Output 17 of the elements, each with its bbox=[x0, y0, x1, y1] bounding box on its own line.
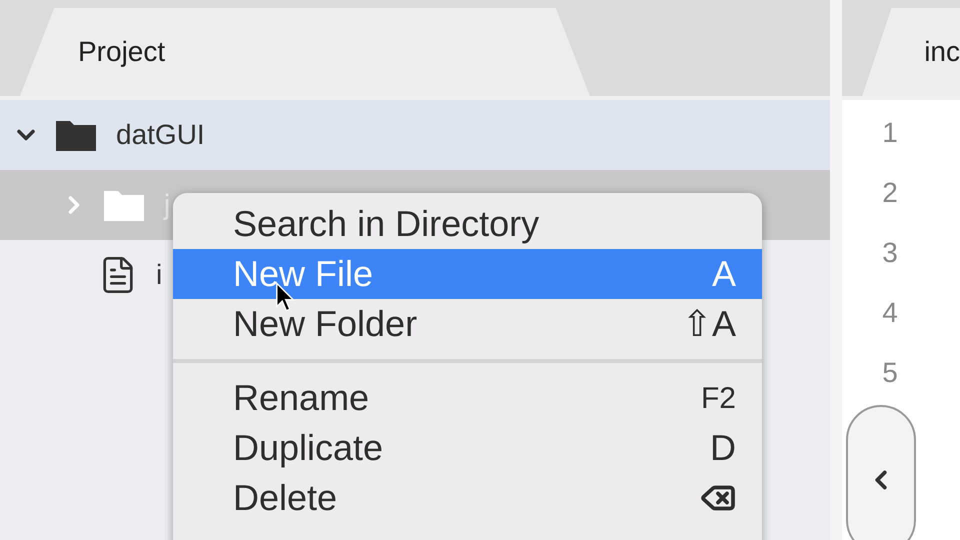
menu-label: New Folder bbox=[233, 306, 418, 342]
line-number: 5 bbox=[881, 356, 899, 390]
line-number: 4 bbox=[881, 296, 899, 330]
menu-label: Rename bbox=[233, 380, 370, 416]
shortcut-label: A bbox=[712, 252, 736, 296]
shortcut-label: ⇧A bbox=[682, 302, 736, 346]
line-number: 3 bbox=[881, 236, 899, 270]
tree-label: i bbox=[156, 258, 162, 292]
tree-label: datGUI bbox=[116, 118, 205, 152]
shortcut-label: F2 bbox=[700, 380, 736, 416]
menu-label: Delete bbox=[233, 480, 338, 516]
menu-label: Duplicate bbox=[233, 430, 384, 466]
line-number: 2 bbox=[881, 176, 899, 210]
shortcut-label: D bbox=[710, 426, 736, 470]
menu-label: Search in Directory bbox=[233, 206, 540, 242]
line-number: 1 bbox=[881, 116, 899, 150]
menu-label: New File bbox=[233, 256, 374, 292]
